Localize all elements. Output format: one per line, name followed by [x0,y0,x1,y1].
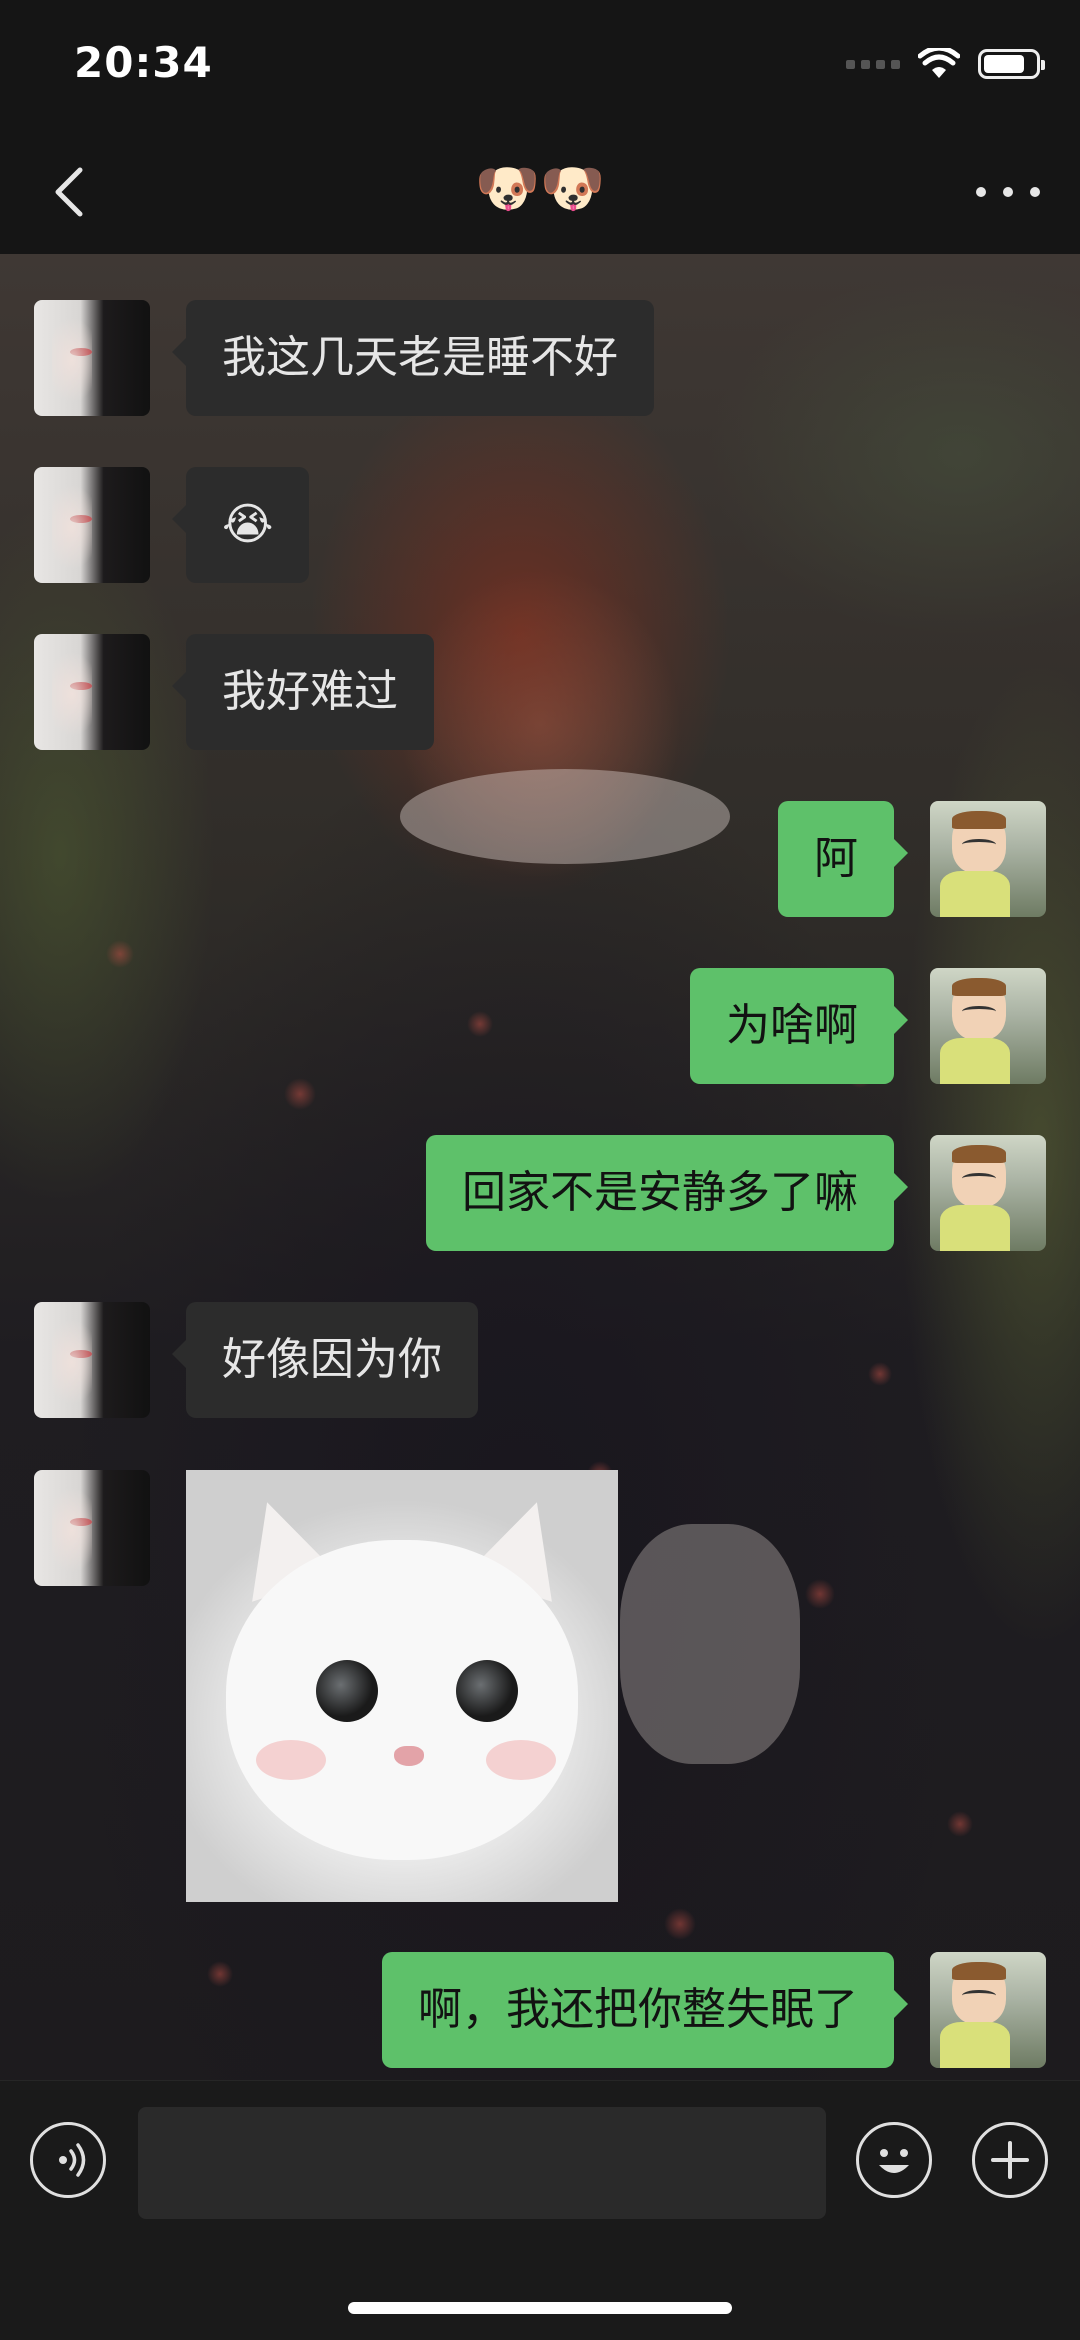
message-incoming: 我这几天老是睡不好 [34,300,654,416]
message-bubble[interactable]: 😭 [171,467,310,583]
message-outgoing: 阿 [778,801,1046,917]
kitten-sticker-image[interactable] [186,1470,618,1902]
message-incoming: 我好难过 [34,634,434,750]
message-incoming: 😭 [34,467,310,583]
status-bar: 20:34 [0,0,1080,132]
message-bubble[interactable]: 我好难过 [172,634,434,750]
message-bubble[interactable]: 啊，我还把你整失眠了 [382,1952,908,2068]
message-outgoing: 为啥啊 [690,968,1046,1084]
emoji-button[interactable] [856,2122,932,2198]
chat-title: 🐶🐶 [475,159,605,219]
status-time: 20:34 [74,38,213,87]
contact-avatar[interactable] [34,300,150,416]
contact-avatar[interactable] [34,1302,150,1418]
input-bar [0,2080,1080,2340]
message-bubble[interactable]: 为啥啊 [690,968,908,1084]
smiley-icon [879,2149,909,2173]
message-bubble[interactable]: 我这几天老是睡不好 [172,300,654,416]
status-icons [846,48,1045,80]
message-incoming [34,1470,618,1902]
message-bubble[interactable]: 好像因为你 [172,1302,478,1418]
contact-avatar[interactable] [34,467,150,583]
voice-input-button[interactable] [30,2122,106,2198]
home-indicator[interactable] [348,2302,732,2314]
my-avatar[interactable] [930,968,1046,1084]
signal-icon [846,59,900,69]
message-outgoing: 啊，我还把你整失眠了 [382,1952,1046,2068]
message-input[interactable] [138,2107,826,2219]
wifi-icon [918,48,960,78]
contact-avatar[interactable] [34,634,150,750]
battery-icon [978,49,1045,79]
my-avatar[interactable] [930,1135,1046,1251]
more-options-icon[interactable] [976,172,1040,212]
chat-header: 🐶🐶 [0,132,1080,255]
my-avatar[interactable] [930,1952,1046,2068]
more-actions-button[interactable] [972,2122,1048,2198]
voice-icon [59,2143,86,2177]
message-incoming: 好像因为你 [34,1302,478,1418]
my-avatar[interactable] [930,801,1046,917]
plus-icon [991,2141,1029,2179]
message-outgoing: 回家不是安静多了嘛 [426,1135,1046,1251]
message-bubble[interactable]: 阿 [778,801,908,917]
message-bubble[interactable]: 回家不是安静多了嘛 [426,1135,908,1251]
contact-avatar[interactable] [34,1470,150,1586]
